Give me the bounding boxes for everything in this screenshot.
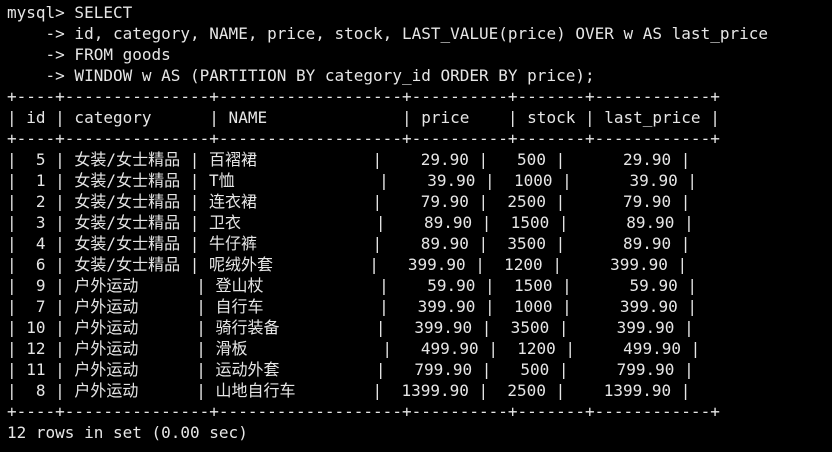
- table-row: | 12 | 户外运动 | 滑板 | 499.90 | 1200 | 499.9…: [7, 339, 701, 358]
- result-summary: 12 rows in set (0.00 sec): [7, 423, 248, 442]
- table-border-header: +----+---------------+------------------…: [7, 129, 720, 148]
- query-line-select: mysql> SELECT: [7, 3, 133, 22]
- terminal-window[interactable]: mysql> SELECT -> id, category, NAME, pri…: [0, 0, 832, 452]
- query-line-from: -> FROM goods: [7, 45, 171, 64]
- table-row: | 7 | 户外运动 | 自行车 | 399.90 | 1000 | 399.9…: [7, 297, 697, 316]
- table-row: | 9 | 户外运动 | 登山杖 | 59.90 | 1500 | 59.90 …: [7, 276, 697, 295]
- table-row: | 11 | 户外运动 | 运动外套 | 799.90 | 500 | 799.…: [7, 360, 694, 379]
- query-line-columns: -> id, category, NAME, price, stock, LAS…: [7, 24, 768, 43]
- table-header-row: | id | category | NAME | price | stock |…: [7, 108, 720, 127]
- table-row: | 2 | 女装/女士精品 | 连衣裙 | 79.90 | 2500 | 79.…: [7, 192, 691, 211]
- table-row: | 5 | 女装/女士精品 | 百褶裙 | 29.90 | 500 | 29.9…: [7, 150, 691, 169]
- table-row: | 1 | 女装/女士精品 | T恤 | 39.90 | 1000 | 39.9…: [7, 171, 697, 190]
- table-row: | 3 | 女装/女士精品 | 卫衣 | 89.90 | 1500 | 89.9…: [7, 213, 694, 232]
- table-border-top: +----+---------------+------------------…: [7, 87, 720, 106]
- table-row: | 8 | 户外运动 | 山地自行车 | 1399.90 | 2500 | 13…: [7, 381, 691, 400]
- table-row: | 4 | 女装/女士精品 | 牛仔裤 | 89.90 | 3500 | 89.…: [7, 234, 691, 253]
- query-line-window: -> WINDOW w AS (PARTITION BY category_id…: [7, 66, 595, 85]
- table-row: | 6 | 女装/女士精品 | 呢绒外套 | 399.90 | 1200 | 3…: [7, 255, 688, 274]
- table-border-bottom: +----+---------------+------------------…: [7, 402, 720, 421]
- table-row: | 10 | 户外运动 | 骑行装备 | 399.90 | 3500 | 399…: [7, 318, 694, 337]
